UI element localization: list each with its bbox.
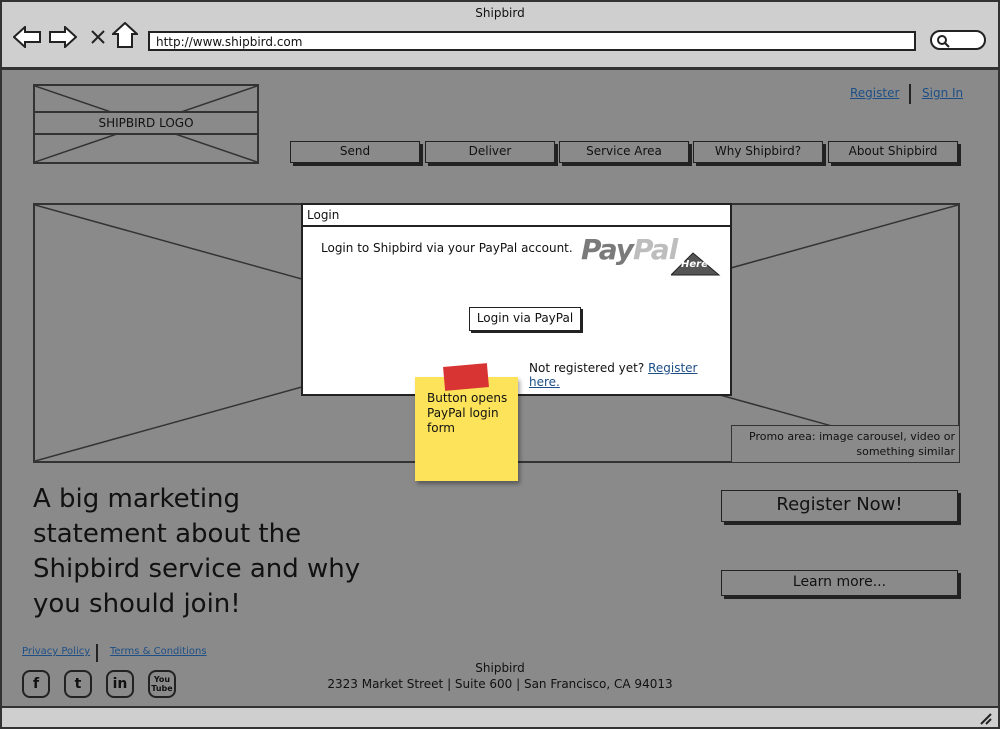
logo-label: SHIPBIRD LOGO (33, 111, 259, 135)
forward-arrow-icon[interactable] (48, 22, 78, 52)
linkedin-icon[interactable]: in (106, 670, 134, 698)
back-arrow-icon[interactable] (12, 22, 42, 52)
window-title: Shipbird (475, 6, 525, 20)
nav-why-shipbird[interactable]: Why Shipbird? (693, 141, 823, 163)
terms-link[interactable]: Terms & Conditions (110, 646, 207, 657)
paypal-here-label: Here (681, 259, 708, 270)
nav-deliver[interactable]: Deliver (425, 141, 555, 163)
footer-address: 2323 Market Street | Suite 600 | San Fra… (327, 677, 673, 691)
link-separator (909, 84, 911, 104)
modal-register-line: Not registered yet? Register here. (529, 361, 730, 389)
footer-address-block: Shipbird 2323 Market Street | Suite 600 … (300, 660, 700, 692)
modal-title: Login (303, 205, 730, 227)
twitter-icon[interactable]: t (64, 670, 92, 698)
resize-grip-icon[interactable] (977, 710, 993, 726)
signin-link[interactable]: Sign In (922, 86, 963, 100)
youtube-icon[interactable]: You Tube (148, 670, 176, 698)
address-bar[interactable]: http://www.shipbird.com (148, 31, 916, 51)
facebook-icon[interactable]: f (22, 670, 50, 698)
footer-separator (96, 644, 98, 662)
close-icon[interactable] (83, 22, 113, 52)
browser-statusbar (0, 706, 1000, 729)
not-registered-text: Not registered yet? (529, 361, 645, 375)
paypal-here-badge: Here (671, 251, 721, 277)
nav-send[interactable]: Send (290, 141, 420, 163)
privacy-policy-link[interactable]: Privacy Policy (22, 646, 90, 657)
promo-caption: Promo area: image carousel, video or som… (731, 425, 960, 463)
browser-search-field[interactable] (930, 30, 986, 50)
sticky-note: Button opens PayPal login form (415, 377, 518, 481)
register-link[interactable]: Register (850, 86, 899, 100)
nav-about-shipbird[interactable]: About Shipbird (828, 141, 958, 163)
marketing-statement: A big marketing statement about the Ship… (33, 484, 361, 619)
search-icon (937, 35, 950, 48)
learn-more-button[interactable]: Learn more... (721, 570, 958, 596)
login-modal: Login Login to Shipbird via your PayPal … (301, 203, 732, 396)
paypal-logo-pay: Pay (581, 233, 634, 266)
footer-company: Shipbird (475, 661, 525, 675)
register-now-button[interactable]: Register Now! (721, 490, 958, 522)
home-icon[interactable] (110, 20, 140, 50)
login-via-paypal-button[interactable]: Login via PayPal (469, 307, 581, 331)
paypal-logo: PayPal (581, 233, 678, 266)
sticky-tape (443, 363, 489, 391)
nav-service-area[interactable]: Service Area (559, 141, 689, 163)
modal-intro: Login to Shipbird via your PayPal accoun… (321, 241, 573, 255)
